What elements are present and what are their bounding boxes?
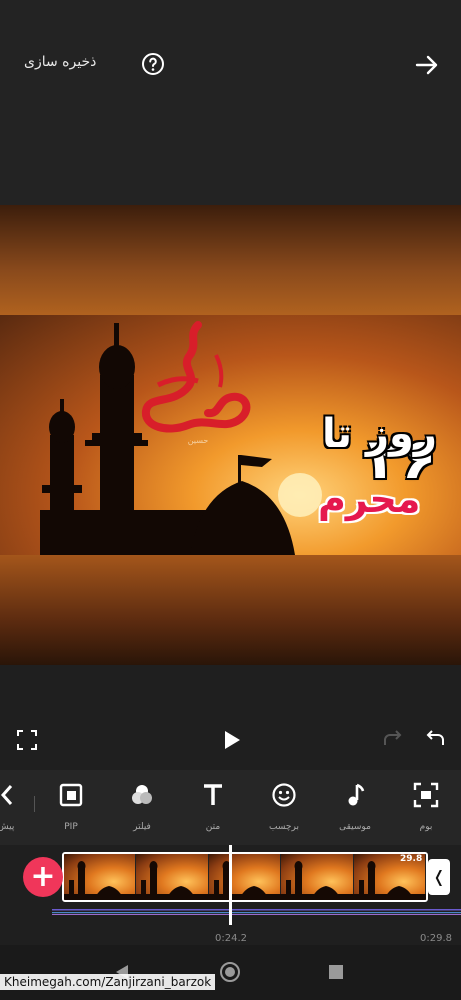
tool-previous-label: پیش (0, 822, 15, 832)
chevron-left-icon (0, 785, 13, 805)
playhead[interactable] (229, 845, 232, 925)
sticker-icon (272, 783, 296, 807)
tool-text-label: متن (205, 822, 221, 832)
top-bar: ذخیره سازی (0, 0, 461, 205)
current-time: 0:24.2 (215, 933, 247, 944)
help-icon[interactable] (141, 52, 165, 76)
system-nav-bar (0, 945, 461, 1000)
tool-text[interactable]: متن (183, 782, 243, 832)
tool-previous[interactable]: پیش (0, 782, 36, 832)
play-icon[interactable] (222, 729, 242, 751)
arrow-right-icon[interactable] (414, 52, 440, 78)
video-preview[interactable]: حسین ۲۶ روز تا محرم (0, 205, 461, 665)
clip-thumbnail (136, 854, 212, 900)
undo-icon[interactable] (424, 729, 446, 749)
clip-end-handle[interactable]: ❬ (428, 859, 450, 895)
blurred-background-top (0, 205, 461, 315)
edit-toolbar: پیش PIP فیلتر متن برچسب موسیقی بوم (0, 770, 461, 845)
tool-sticker[interactable]: برچسب (254, 782, 314, 832)
fullscreen-icon[interactable] (16, 729, 38, 751)
recents-icon[interactable] (328, 964, 344, 980)
tool-music-label: موسیقی (339, 822, 371, 832)
playback-controls (0, 665, 461, 770)
canvas-icon (413, 782, 439, 808)
divider (34, 796, 35, 812)
filter-icon (132, 785, 152, 804)
calligraphy-text: حسین (188, 436, 209, 445)
tool-filter-label: فیلتر (133, 822, 151, 832)
redo-icon[interactable] (382, 729, 404, 749)
end-time: 0:29.8 (420, 933, 452, 944)
calligraphy-logo: حسین (142, 321, 251, 445)
music-icon (348, 783, 365, 806)
tool-sticker-label: برچسب (269, 822, 299, 832)
home-icon[interactable] (219, 961, 241, 983)
clip-strip[interactable] (62, 852, 428, 902)
tool-canvas-label: بوم (419, 822, 433, 832)
clip-thumbnail (64, 854, 139, 900)
clip-thumbnail (281, 854, 357, 900)
watermark-text: Kheimegah.com/Zanjirzani_barzok (0, 974, 216, 990)
plus-icon: + (30, 859, 56, 894)
tool-pip[interactable]: PIP (41, 782, 101, 832)
blurred-background-bottom (0, 555, 461, 665)
clip-thumbnail (208, 854, 284, 900)
tool-filter[interactable]: فیلتر (112, 782, 172, 832)
clip-duration-badge: 29.8 (400, 854, 423, 864)
overlay-text-muharram[interactable]: محرم (318, 477, 420, 521)
overlay-text-days-until[interactable]: روز تا (322, 411, 437, 457)
tool-pip-label: PIP (64, 822, 78, 832)
add-clip-button[interactable]: + (23, 857, 63, 897)
tool-music[interactable]: موسیقی (325, 782, 385, 832)
text-icon (204, 784, 222, 805)
track-lines (52, 909, 461, 915)
tool-canvas[interactable]: بوم (396, 782, 456, 832)
save-button[interactable]: ذخیره سازی (24, 54, 96, 70)
timeline[interactable]: 29.8 + ❬ 0:24.2 0:29.8 (0, 845, 461, 945)
pip-icon (59, 783, 83, 807)
